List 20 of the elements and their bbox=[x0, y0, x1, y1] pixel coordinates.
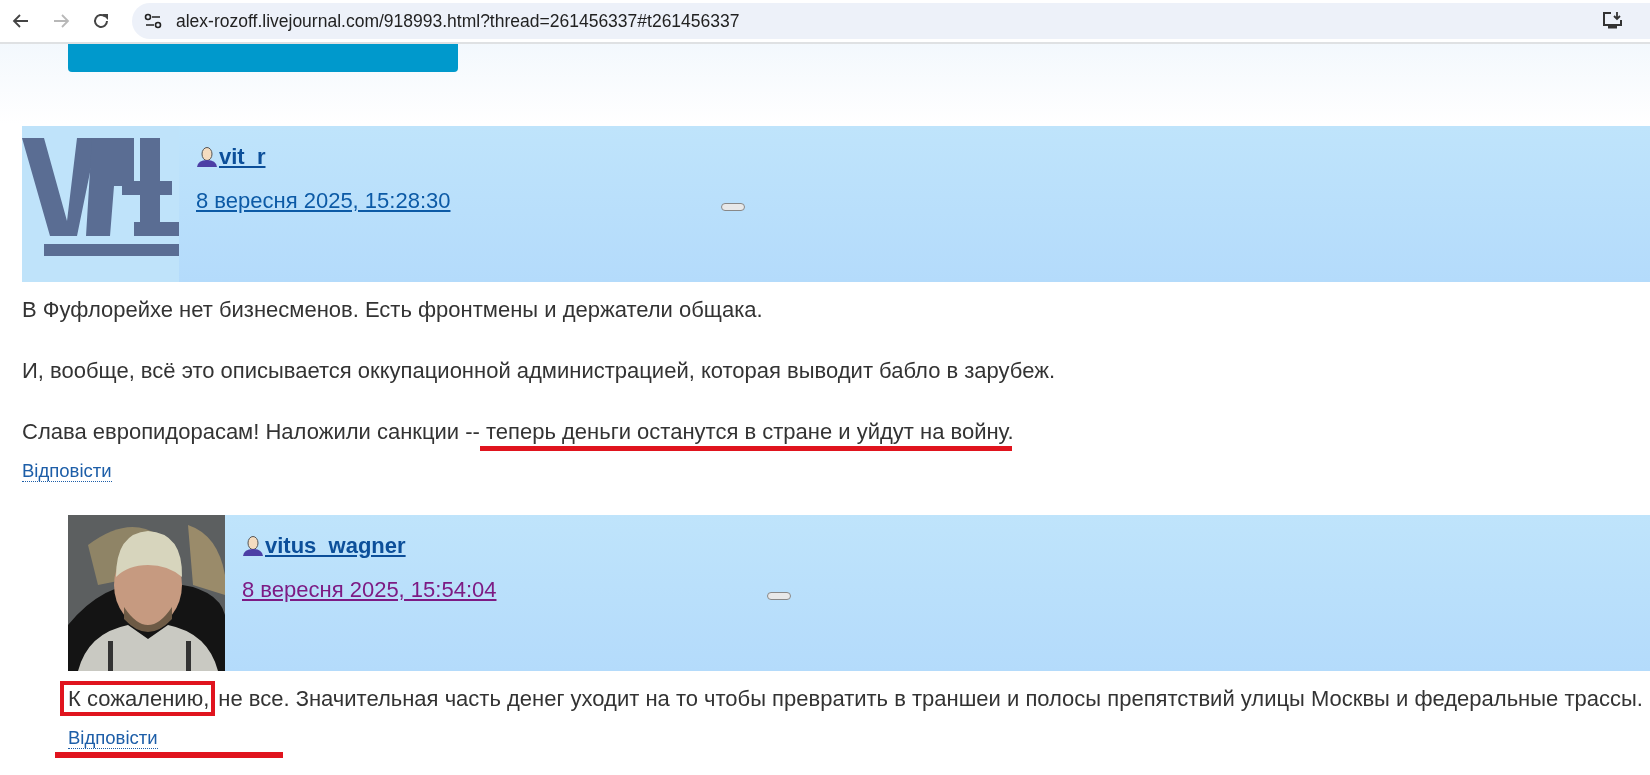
username-link[interactable]: vit_r bbox=[219, 144, 266, 170]
url-text: alex-rozoff.livejournal.com/918993.html?thread=261456337#t261456337 bbox=[176, 10, 741, 32]
small-button[interactable] bbox=[767, 592, 791, 600]
site-settings-icon[interactable] bbox=[144, 13, 162, 29]
back-icon[interactable] bbox=[12, 12, 30, 30]
comment-text: К сожалению, не все. Значительная часть денег уходит на то чтобы превратить в траншеи и полосы препятствий улицы Москвы и федеральные трассы. bbox=[67, 685, 1644, 713]
user-icon[interactable] bbox=[196, 146, 218, 168]
small-button[interactable] bbox=[721, 203, 745, 211]
date-link[interactable]: 8 вересня 2025, 15:54:04 bbox=[242, 577, 497, 603]
date-link[interactable]: 8 вересня 2025, 15:28:30 bbox=[196, 188, 451, 214]
user-icon[interactable] bbox=[242, 535, 264, 557]
reply-link[interactable]: Відповісти bbox=[68, 727, 158, 749]
username-link[interactable]: vitus_wagner bbox=[265, 533, 406, 559]
reload-icon[interactable] bbox=[92, 12, 110, 30]
comment-text: В Фуфлорейхе нет бизнесменов. Есть фронтмены и держатели общака. bbox=[21, 296, 764, 324]
comment-text: Слава европидорасам! Наложили санкции -- теперь деньги останутся в стране и уйдут на войну. bbox=[21, 418, 1015, 446]
install-app-icon[interactable] bbox=[1602, 11, 1624, 31]
reply-link[interactable]: Відповісти bbox=[22, 460, 112, 482]
comment-text: И, вообще, всё это описывается оккупационной администрацией, которая выводит бабло в зарубеж. bbox=[21, 357, 1056, 385]
address-bar[interactable]: alex-rozoff.livejournal.com/918993.html?thread=261456337#t261456337 bbox=[132, 3, 1650, 39]
